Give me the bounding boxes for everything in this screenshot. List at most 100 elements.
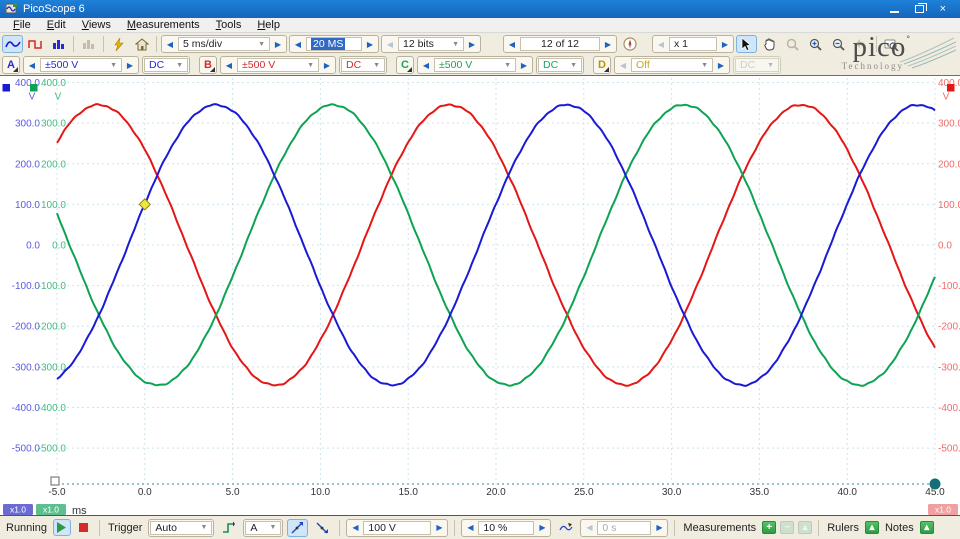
axis-marker-c[interactable]	[30, 84, 38, 92]
timebase-prev-icon[interactable]: ◀	[163, 37, 177, 51]
rising-edge-button[interactable]	[287, 519, 308, 537]
y-tick-label: -300.0	[38, 362, 67, 373]
compass-icon	[623, 37, 637, 51]
notes-button[interactable]: ▴	[920, 521, 934, 534]
persistence-mode-button	[78, 35, 99, 53]
delay-up-icon[interactable]: ▶	[652, 521, 666, 535]
hand-tool[interactable]	[759, 35, 780, 53]
zoom-next-icon[interactable]: ▶	[718, 37, 732, 51]
timebase-select[interactable]: 5 ms/div▼	[178, 37, 270, 51]
menu-item-help[interactable]: Help	[250, 19, 287, 31]
stop-capture-button[interactable]	[75, 519, 93, 536]
axis-marker-a[interactable]	[3, 84, 11, 92]
x-tick-label: 5.0	[226, 487, 240, 498]
y-tick-label: 300.0	[41, 119, 66, 130]
minimize-icon[interactable]	[890, 6, 899, 13]
delay-down-icon[interactable]: ◀	[582, 521, 596, 535]
x-tick-label: 25.0	[574, 487, 594, 498]
measurements-label: Measurements	[681, 522, 758, 534]
pretrigger-up-icon[interactable]: ▶	[535, 521, 549, 535]
channel-b-coupling-select[interactable]: DC▼	[341, 58, 385, 72]
pretrigger-down-icon[interactable]: ◀	[463, 521, 477, 535]
range-next-icon[interactable]: ▶	[320, 58, 334, 72]
signal-generator-button[interactable]	[108, 35, 129, 53]
range-prev-icon[interactable]: ◀	[25, 58, 39, 72]
x-axis-unit: ms	[72, 505, 87, 515]
sine-wave-mode-button[interactable]	[2, 35, 23, 53]
square-wave-mode-button[interactable]	[25, 35, 46, 53]
window-title: PicoScope 6	[23, 3, 85, 15]
delay-group: ◀ 0 s ▶	[580, 519, 668, 537]
channel-a-range-select[interactable]: ±500 V▼	[40, 58, 122, 72]
range-next-icon[interactable]: ▶	[714, 58, 728, 72]
picoscope-window: PicoScope 6 × FileEditViewsMeasurementsT…	[0, 0, 960, 539]
normal-selection-tool[interactable]	[736, 35, 757, 53]
range-next-icon[interactable]: ▶	[123, 58, 137, 72]
spectrum-mode-button[interactable]	[48, 35, 69, 53]
pretrigger-input[interactable]: 10 %	[478, 521, 534, 535]
range-prev-icon[interactable]: ◀	[222, 58, 236, 72]
set-level-50-button[interactable]	[555, 519, 576, 537]
waveform-plot[interactable]: 400.0300.0200.0100.00.0-100.0-200.0-300.…	[0, 76, 960, 515]
y-tick-label: -500.0	[38, 444, 67, 455]
notes-label: Notes	[883, 522, 916, 534]
zoom-factor[interactable]: x 1	[669, 37, 717, 51]
trigger-source-select[interactable]: A▼	[245, 521, 281, 535]
range-prev-icon[interactable]: ◀	[419, 58, 433, 72]
y-tick-label: 200.0	[938, 159, 960, 170]
menu-item-tools[interactable]: Tools	[209, 19, 249, 31]
advanced-trigger-button[interactable]	[218, 519, 239, 537]
rulers-button[interactable]: ▴	[865, 521, 879, 534]
range-next-icon[interactable]: ▶	[517, 58, 531, 72]
zoom-prev-icon[interactable]: ◀	[654, 37, 668, 51]
channel-a-coupling-select[interactable]: DC▼	[144, 58, 188, 72]
y-tick-label: -400.0	[38, 403, 67, 414]
buffer-position[interactable]: 12 of 12	[520, 37, 600, 51]
y-tick-label: -500.0	[938, 444, 960, 455]
capture-start-marker[interactable]	[51, 477, 59, 485]
restore-icon[interactable]	[915, 5, 924, 13]
chevron-down-icon: ▼	[761, 62, 774, 69]
channel-a-options-button[interactable]: A	[2, 56, 20, 74]
axis-marker-b[interactable]	[947, 84, 955, 92]
samples-next-icon[interactable]: ▶	[363, 37, 377, 51]
menu-item-measurements[interactable]: Measurements	[120, 19, 207, 31]
falling-edge-button[interactable]	[312, 519, 333, 537]
channel-c-options-button[interactable]: C	[396, 56, 414, 74]
timebase-next-icon[interactable]: ▶	[271, 37, 285, 51]
range-prev-icon[interactable]: ◀	[616, 58, 630, 72]
y-axis-unit: V	[943, 92, 950, 103]
edit-measurement-button: −	[780, 521, 794, 534]
add-measurement-button[interactable]: +	[762, 521, 776, 534]
y-axis-unit: V	[55, 92, 62, 103]
channel-b-range-select[interactable]: ±500 V▼	[237, 58, 319, 72]
buffer-end-marker[interactable]	[930, 479, 941, 490]
trigger-mode-select[interactable]: Auto▼	[150, 521, 212, 535]
level-up-icon[interactable]: ▶	[432, 521, 446, 535]
level-down-icon[interactable]: ◀	[348, 521, 362, 535]
menu-item-views[interactable]: Views	[75, 19, 118, 31]
menu-item-edit[interactable]: Edit	[40, 19, 73, 31]
menu-item-file[interactable]: File	[6, 19, 38, 31]
close-icon[interactable]: ×	[940, 4, 946, 14]
trigger-level-input[interactable]: 100 V	[363, 521, 431, 535]
samples-input[interactable]: 20 MS	[306, 37, 362, 51]
channel-d-options-button[interactable]: D	[593, 56, 611, 74]
buffer-next-icon[interactable]: ▶	[601, 37, 615, 51]
home-button[interactable]	[131, 35, 152, 53]
buffer-prev-icon[interactable]: ◀	[505, 37, 519, 51]
resolution-select[interactable]: 12 bits▼	[398, 37, 464, 51]
channel-d-range-select[interactable]: Off▼	[631, 58, 713, 72]
pico-logo: pico° Technology	[796, 34, 956, 76]
channel-b-options-button[interactable]: B	[199, 56, 217, 74]
trigger-marker[interactable]	[139, 199, 150, 210]
title-bar[interactable]: PicoScope 6 ×	[0, 0, 960, 18]
channel-c-range-select[interactable]: ±500 V▼	[434, 58, 516, 72]
resolution-prev-icon[interactable]: ◀	[383, 37, 397, 51]
y-tick-label: 100.0	[938, 200, 960, 211]
resolution-next-icon[interactable]: ▶	[465, 37, 479, 51]
channel-c-coupling-select[interactable]: DC▼	[538, 58, 582, 72]
start-capture-button[interactable]	[53, 519, 71, 536]
samples-prev-icon[interactable]: ◀	[291, 37, 305, 51]
buffer-navigator-button[interactable]	[619, 35, 640, 53]
